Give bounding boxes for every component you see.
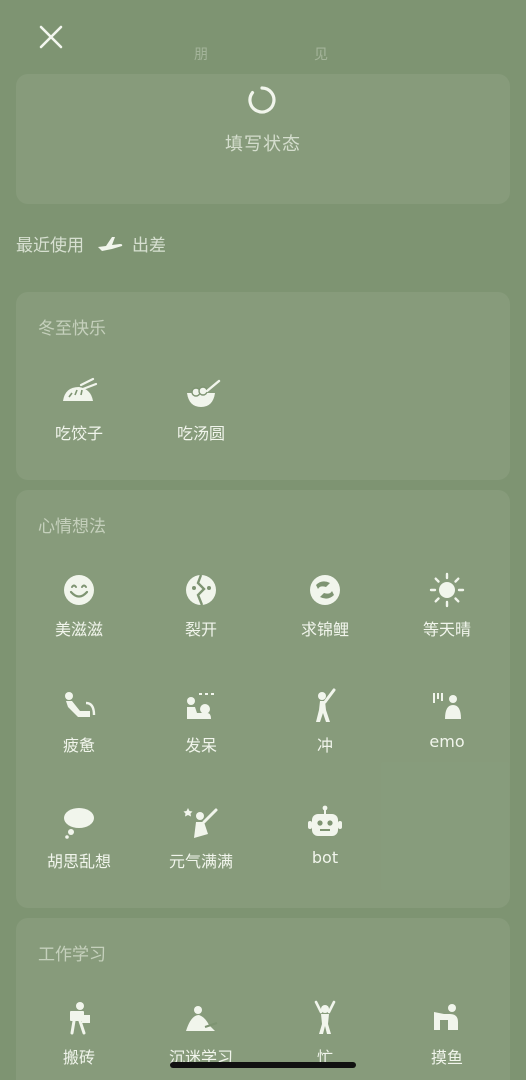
recent-used-row: 最近使用 出差 <box>16 228 166 258</box>
status-item-label: 胡思乱想 <box>46 852 111 871</box>
set-status-label: 填写状态 <box>225 134 301 155</box>
status-item-label: 发呆 <box>184 736 217 755</box>
status-item-label: 裂开 <box>184 620 217 639</box>
status-item[interactable]: 裂开 <box>138 570 264 660</box>
brick-carry-icon <box>59 998 99 1038</box>
status-item[interactable]: emo <box>384 686 510 776</box>
charge-person-icon <box>305 686 345 726</box>
status-item-label: 疲惫 <box>62 736 95 755</box>
sun-icon <box>427 570 467 610</box>
recent-item-business-trip[interactable]: 出差 <box>96 231 166 256</box>
recent-used-label: 最近使用 <box>16 235 84 256</box>
section-mood: 心情想法 美滋滋 裂开 求锦鲤 等天晴 疲惫 发呆 冲 emo 胡思乱想 元气满… <box>16 490 510 908</box>
section-title: 心情想法 <box>38 517 106 537</box>
status-item[interactable]: 搬砖 <box>16 998 142 1080</box>
status-item-label: 搬砖 <box>62 1048 95 1067</box>
energetic-person-icon <box>181 802 221 842</box>
status-item-label: 吃汤圆 <box>176 424 225 443</box>
section-work-study: 工作学习 搬砖 沉迷学习 忙 摸鱼 <box>16 918 510 1080</box>
recent-item-label: 出差 <box>132 235 166 256</box>
status-item[interactable]: 吃饺子 <box>16 374 142 464</box>
koi-icon <box>305 570 345 610</box>
status-item[interactable]: 摸鱼 <box>384 998 510 1080</box>
section-title: 工作学习 <box>38 945 106 965</box>
status-item[interactable]: 疲惫 <box>16 686 142 776</box>
daze-person-icon <box>181 686 221 726</box>
status-item-label: 美滋滋 <box>54 620 103 639</box>
status-item[interactable]: 胡思乱想 <box>16 802 142 892</box>
faint-header-text-left: 朋 <box>194 47 208 63</box>
section-winter-solstice: 冬至快乐 吃饺子 吃汤圆 <box>16 292 510 480</box>
tangyuan-icon <box>181 374 221 414</box>
study-person-icon <box>181 998 221 1038</box>
status-item-label: 摸鱼 <box>430 1048 463 1067</box>
status-item[interactable]: 等天晴 <box>384 570 510 660</box>
status-item[interactable]: 冲 <box>262 686 388 776</box>
close-icon <box>39 25 63 49</box>
faint-header-text-right: 见 <box>314 47 328 63</box>
status-item-label: emo <box>429 732 465 751</box>
status-item-label: 等天晴 <box>422 620 471 639</box>
close-button[interactable] <box>34 20 68 54</box>
slack-off-icon <box>427 998 467 1038</box>
home-indicator[interactable] <box>170 1062 356 1068</box>
status-item[interactable]: 发呆 <box>138 686 264 776</box>
status-item-label: 元气满满 <box>168 852 233 871</box>
thought-bubble-icon <box>59 802 99 842</box>
status-item[interactable]: 美滋滋 <box>16 570 142 660</box>
status-item[interactable]: bot <box>262 802 388 892</box>
smile-icon <box>59 570 99 610</box>
tired-person-icon <box>59 686 99 726</box>
spinner-ring-icon <box>246 84 278 116</box>
section-title: 冬至快乐 <box>38 319 106 339</box>
status-item-label: 求锦鲤 <box>300 620 349 639</box>
dumpling-icon <box>59 374 99 414</box>
cracked-face-icon <box>181 570 221 610</box>
status-item[interactable]: 吃汤圆 <box>138 374 264 464</box>
emo-person-icon <box>427 686 467 726</box>
busy-person-icon <box>305 998 345 1038</box>
airplane-icon <box>98 237 123 251</box>
robot-icon <box>305 802 345 842</box>
status-item[interactable]: 求锦鲤 <box>262 570 388 660</box>
status-item-label: 吃饺子 <box>54 424 103 443</box>
status-item[interactable]: 元气满满 <box>138 802 264 892</box>
status-item-label: bot <box>311 848 339 867</box>
status-item-label: 冲 <box>316 736 333 755</box>
